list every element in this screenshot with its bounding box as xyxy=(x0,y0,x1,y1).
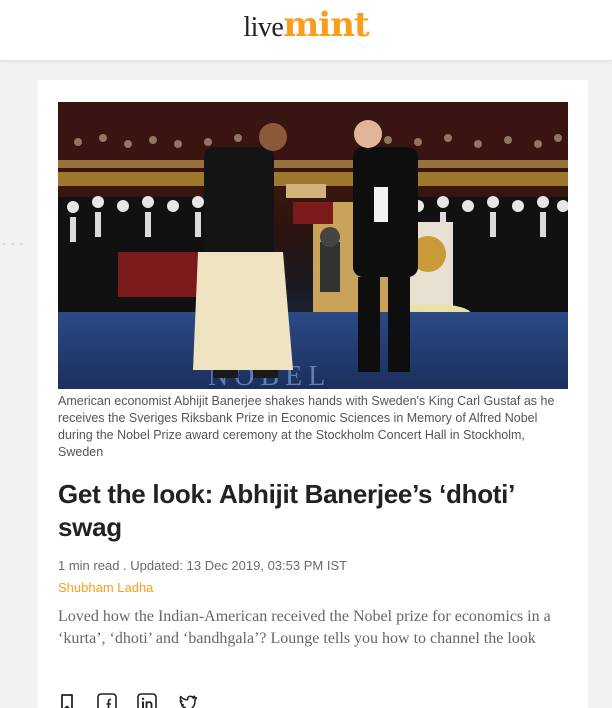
nobel-ceremony-image: NOBEL xyxy=(58,102,568,389)
facebook-icon[interactable] xyxy=(96,692,118,708)
logo-live-text: live xyxy=(243,12,284,43)
linkedin-icon[interactable] xyxy=(136,692,158,708)
article-meta: 1 min read . Updated: 13 Dec 2019, 03:53… xyxy=(58,558,348,573)
article-card: NOBEL American economist Abhijit Banerje… xyxy=(38,80,588,708)
article-photo[interactable]: NOBEL xyxy=(58,102,568,389)
bookmark-icon[interactable] xyxy=(56,692,78,708)
livemint-logo[interactable]: livemint xyxy=(0,8,612,42)
author-link[interactable]: Shubham Ladha xyxy=(58,580,153,595)
share-bar xyxy=(56,692,198,708)
article-summary: Loved how the Indian-American received t… xyxy=(58,608,551,647)
photo-caption: American economist Abhijit Banerjee shak… xyxy=(58,394,555,459)
twitter-icon[interactable] xyxy=(176,692,198,708)
site-header: livemint xyxy=(0,0,612,61)
side-dots-icon: - - - xyxy=(2,238,25,250)
logo-mint-text: mint xyxy=(283,5,369,45)
article-headline: Get the look: Abhijit Banerjee’s ‘dhoti’… xyxy=(58,479,514,542)
